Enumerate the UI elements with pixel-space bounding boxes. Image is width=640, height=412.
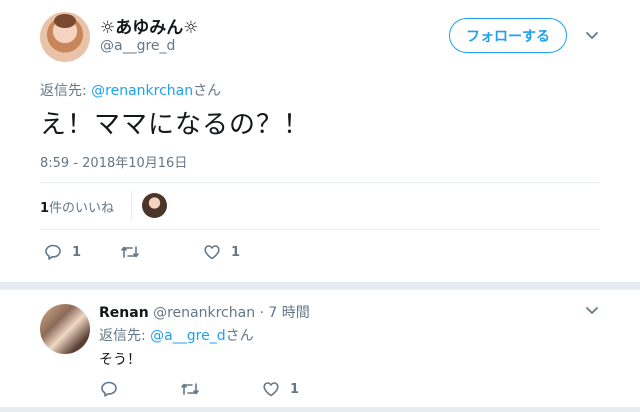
section-separator bbox=[0, 282, 640, 290]
divider bbox=[40, 229, 600, 230]
reply-header: Renan @renankrchan · 7 時間 bbox=[99, 302, 310, 322]
tweet-timestamp[interactable]: 8:59 - 2018年10月16日 bbox=[40, 152, 187, 171]
reply-mention-link[interactable]: @a__gre_d bbox=[150, 328, 225, 344]
divider bbox=[40, 182, 600, 183]
chevron-down-icon[interactable] bbox=[585, 303, 599, 317]
like-count: 1 bbox=[290, 381, 300, 397]
divider bbox=[131, 191, 132, 221]
reply-author-handle[interactable]: @renankrchan bbox=[153, 305, 255, 321]
reply-count: 1 bbox=[72, 244, 82, 260]
tweet-text: え！ママになるの？！ bbox=[40, 110, 311, 140]
reply-author-name[interactable]: Renan bbox=[99, 305, 149, 321]
reply-suffix: さん bbox=[193, 83, 222, 99]
chevron-down-icon[interactable] bbox=[585, 28, 599, 42]
reply-prefix: 返信先: bbox=[99, 328, 151, 344]
reply-button[interactable]: 1 bbox=[44, 243, 81, 261]
section-separator bbox=[0, 407, 640, 412]
retweet-icon bbox=[180, 380, 200, 398]
reply-prefix: 返信先: bbox=[40, 83, 92, 99]
author-handle[interactable]: @a__gre_d bbox=[100, 38, 175, 54]
reply-suffix: さん bbox=[225, 328, 254, 344]
likes-label: 件のいいね bbox=[49, 201, 115, 216]
author-avatar[interactable] bbox=[40, 12, 90, 62]
retweet-icon bbox=[120, 243, 140, 261]
heart-icon bbox=[262, 380, 280, 398]
main-tweet: ☼あゆみん☼ @a__gre_d フォローする 返信先: @renankrcha… bbox=[0, 0, 640, 272]
reply-time[interactable]: · 7 時間 bbox=[255, 305, 310, 321]
reply-context: 返信先: @renankrchanさん bbox=[40, 80, 221, 100]
like-button[interactable]: 1 bbox=[203, 243, 240, 261]
reply-mention-link[interactable]: @renankrchan bbox=[91, 83, 193, 99]
heart-icon bbox=[203, 243, 221, 261]
reply-author-avatar[interactable] bbox=[40, 304, 90, 354]
reply-icon bbox=[100, 380, 118, 398]
reply-button[interactable] bbox=[100, 380, 128, 398]
retweet-button[interactable] bbox=[180, 380, 210, 398]
likes-count: 1 bbox=[40, 201, 50, 216]
retweet-button[interactable] bbox=[120, 243, 150, 261]
like-button[interactable]: 1 bbox=[262, 380, 299, 398]
reply-icon bbox=[44, 243, 62, 261]
reply-context: 返信先: @a__gre_dさん bbox=[99, 325, 254, 345]
liker-avatar[interactable] bbox=[142, 193, 167, 218]
author-display-name[interactable]: ☼あゆみん☼ bbox=[100, 13, 198, 38]
like-count: 1 bbox=[231, 244, 241, 260]
follow-button[interactable]: フォローする bbox=[449, 18, 567, 53]
likes-summary[interactable]: 1件のいいね bbox=[40, 197, 114, 216]
reply-text: そう！ bbox=[99, 352, 141, 368]
